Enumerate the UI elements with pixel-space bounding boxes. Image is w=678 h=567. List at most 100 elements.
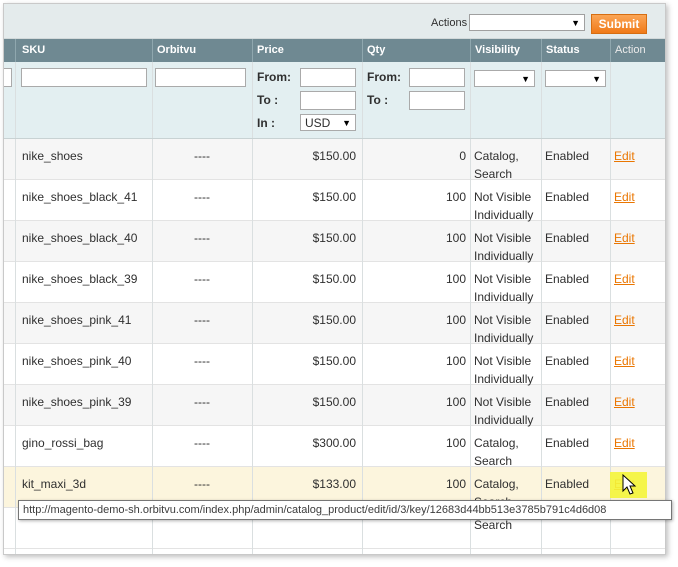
column-header-action: Action	[615, 44, 646, 56]
orbitvu-cell: ----	[194, 231, 210, 245]
price-cell: $150.00	[312, 190, 356, 204]
status-cell: Enabled	[545, 231, 590, 245]
visibility-line-2: Search	[474, 167, 513, 181]
edit-link[interactable]: Edit	[614, 354, 635, 368]
checkbox-filter-input[interactable]	[4, 68, 12, 87]
table-row[interactable]: nike_shoes_pink_39 ---- $150.00 100 Enabled N…	[4, 385, 665, 429]
column-header-status[interactable]: Status	[541, 39, 610, 62]
orbitvu-cell: ----	[194, 272, 210, 286]
status-cell: Enabled	[545, 477, 590, 491]
qty-to-input[interactable]	[409, 91, 465, 110]
sku-cell: nike_shoes_black_40	[22, 231, 138, 245]
qty-from-input[interactable]	[409, 68, 465, 87]
column-header-qty[interactable]: Qty	[362, 39, 470, 62]
sku-cell: nike_shoes_pink_40	[22, 354, 132, 368]
table-row[interactable]: nike_shoes_black_41 ---- $150.00 100 Enabled…	[4, 180, 665, 224]
status-cell: Enabled	[545, 354, 590, 368]
orbitvu-filter-input[interactable]	[155, 68, 246, 87]
orbitvu-cell: ----	[194, 190, 210, 204]
visibility-cell: Not Visible Individually	[474, 393, 540, 429]
visibility-cell: Not Visible Individually	[474, 270, 540, 306]
column-header-price[interactable]: Price	[252, 39, 362, 62]
qty-cell: 100	[445, 436, 466, 450]
visibility-line-2: Individually	[474, 372, 534, 386]
visibility-line-1: Not Visible	[474, 313, 532, 327]
qty-cell: 100	[445, 354, 466, 368]
edit-link[interactable]: Edit	[614, 313, 635, 327]
chevron-down-icon: ▼	[342, 118, 351, 128]
action-cell: Edit	[614, 393, 659, 411]
visibility-line-1: Catalog,	[474, 149, 519, 163]
column-header-visibility[interactable]: Visibility	[470, 39, 541, 62]
action-cell: Edit	[614, 311, 659, 329]
chevron-down-icon: ▼	[592, 74, 601, 84]
visibility-cell: Not Visible Individually	[474, 352, 540, 388]
visibility-line-1: Not Visible	[474, 231, 532, 245]
qty-to-label: To :	[367, 93, 389, 107]
orbitvu-cell: ----	[194, 313, 210, 327]
product-grid-body: Search kit_maxi_3d ---- $133.00 100 Enabled Ca…	[4, 139, 665, 554]
qty-cell: 0	[459, 149, 466, 163]
sku-cell: nike_shoes_pink_39	[22, 395, 132, 409]
status-cell: Enabled	[545, 190, 590, 204]
table-row[interactable]: nike_shoes_pink_40 ---- $150.00 100 Enabled N…	[4, 344, 665, 388]
action-cell: Edit	[614, 147, 659, 165]
table-row[interactable]: nike_shoes ---- $150.00 0 Enabled Catalog, Sea…	[4, 139, 665, 183]
qty-cell: 100	[445, 231, 466, 245]
sku-filter-input[interactable]	[21, 68, 147, 87]
currency-select[interactable]: USD ▼	[300, 114, 356, 131]
table-row[interactable]: nike_shoes_pink_41 ---- $150.00 100 Enabled N…	[4, 303, 665, 345]
visibility-line-1: Catalog,	[474, 477, 519, 491]
price-from-label: From:	[257, 70, 291, 84]
column-header-orbitvu[interactable]: Orbitvu	[152, 39, 252, 62]
visibility-line-2: Individually	[474, 290, 534, 304]
visibility-line-2: Individually	[474, 331, 534, 345]
visibility-cell: Catalog, Search	[474, 147, 540, 183]
qty-cell: 100	[445, 272, 466, 286]
status-filter-select[interactable]: ▼	[545, 70, 606, 87]
edit-link[interactable]: Edit	[614, 190, 635, 204]
status-cell: Enabled	[545, 149, 590, 163]
price-to-label: To :	[257, 93, 279, 107]
grid-header: SKU Orbitvu Price Qty Visibility Status …	[4, 39, 665, 62]
edit-link[interactable]: Edit	[614, 149, 635, 163]
submit-button[interactable]: Submit	[591, 14, 647, 34]
edit-link[interactable]: Edit	[614, 395, 635, 409]
edit-link[interactable]: Edit	[614, 436, 635, 450]
status-cell: Enabled	[545, 272, 590, 286]
action-cell: Edit	[614, 352, 659, 370]
price-to-input[interactable]	[300, 91, 356, 110]
massaction-toolbar: Actions ▼ Submit	[4, 4, 665, 39]
table-row[interactable]: nike_shoes_black_39 ---- $150.00 100 Enabled…	[4, 262, 665, 306]
visibility-filter-select[interactable]: ▼	[474, 70, 535, 87]
sku-cell: nike_shoes_black_39	[22, 272, 138, 286]
edit-link[interactable]: Edit	[614, 231, 635, 245]
visibility-line-1: Not Visible	[474, 272, 532, 286]
chevron-down-icon: ▼	[521, 74, 530, 84]
price-cell: $150.00	[312, 313, 356, 327]
price-from-input[interactable]	[300, 68, 356, 87]
qty-cell: 100	[445, 395, 466, 409]
table-row[interactable]: gino_rossi_bag ---- $300.00 100 Enabled Catal…	[4, 426, 665, 470]
visibility-cell: Catalog, Search	[474, 434, 540, 470]
visibility-line-1: Not Visible	[474, 354, 532, 368]
table-row[interactable]: nike_shoes_black_40 ---- $150.00 100 Enabled…	[4, 221, 665, 265]
status-cell: Enabled	[545, 436, 590, 450]
price-cell: $150.00	[312, 272, 356, 286]
sku-cell: nike_shoes_black_41	[22, 190, 138, 204]
price-cell: $150.00	[312, 395, 356, 409]
qty-cell: 100	[445, 190, 466, 204]
edit-link[interactable]: Edit	[614, 272, 635, 286]
column-header-sku[interactable]: SKU	[17, 39, 152, 62]
price-cell: $300.00	[312, 436, 356, 450]
visibility-line-1: Not Visible	[474, 395, 532, 409]
visibility-line-2: Search	[474, 454, 513, 468]
qty-cell: 100	[445, 477, 466, 491]
actions-select[interactable]: ▼	[469, 14, 585, 31]
price-cell: $133.00	[312, 477, 356, 491]
orbitvu-cell: ----	[194, 395, 210, 409]
sku-cell: nike_shoes_pink_41	[22, 313, 132, 327]
sku-cell: kit_maxi_3d	[22, 477, 87, 491]
visibility-cell: Not Visible Individually	[474, 229, 540, 265]
visibility-cell: Not Visible Individually	[474, 188, 540, 224]
